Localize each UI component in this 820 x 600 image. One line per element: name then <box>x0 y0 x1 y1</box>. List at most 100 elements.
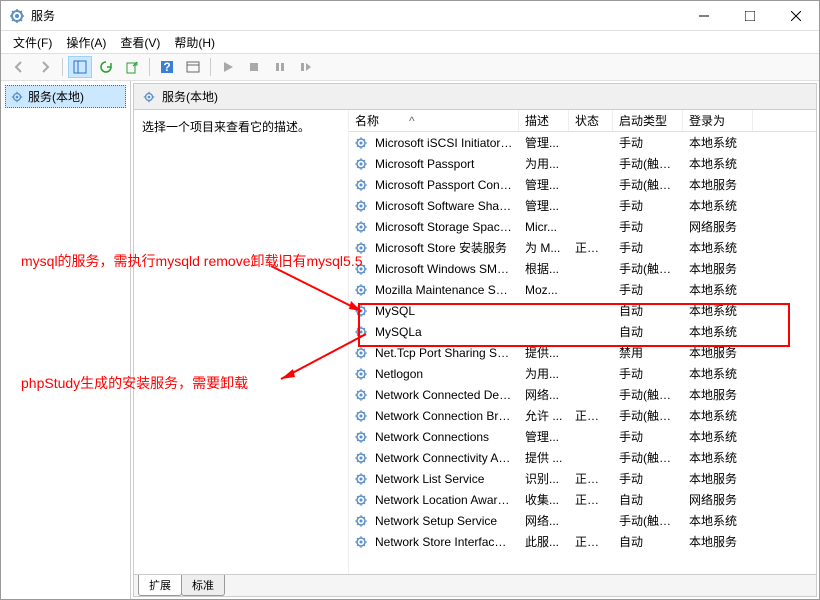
service-row[interactable]: MySQLa 自动本地系统 <box>349 321 816 342</box>
tree-node-services-local[interactable]: 服务(本地) <box>5 85 126 108</box>
cell-name: Microsoft Store 安装服务 <box>369 239 519 256</box>
service-row[interactable]: Network Store Interface ...此服...正在...自动本… <box>349 531 816 552</box>
service-row[interactable]: Netlogon为用...手动本地系统 <box>349 363 816 384</box>
service-row[interactable]: Microsoft Passport Cont...管理...手动(触发...本… <box>349 174 816 195</box>
service-row[interactable]: Network Setup Service网络...手动(触发...本地系统 <box>349 510 816 531</box>
gear-icon <box>353 345 369 361</box>
cell-desc: Moz... <box>519 283 569 297</box>
cell-desc: 此服... <box>519 533 569 550</box>
column-startup-type[interactable]: 启动类型 <box>613 110 683 131</box>
cell-start: 手动 <box>613 428 683 445</box>
cell-name: Network Store Interface ... <box>369 535 519 549</box>
cell-logon: 本地系统 <box>683 407 753 424</box>
gear-icon <box>353 324 369 340</box>
cell-name: Network Setup Service <box>369 514 519 528</box>
cell-desc: 为 M... <box>519 239 569 256</box>
cell-start: 自动 <box>613 323 683 340</box>
cell-logon: 本地服务 <box>683 386 753 403</box>
column-logon-as[interactable]: 登录为 <box>683 110 753 131</box>
menu-help[interactable]: 帮助(H) <box>168 32 221 53</box>
gear-icon <box>353 198 369 214</box>
cell-logon: 本地服务 <box>683 176 753 193</box>
cell-desc: 为用... <box>519 365 569 382</box>
cell-name: Network Connection Bro... <box>369 409 519 423</box>
cell-start: 手动 <box>613 470 683 487</box>
left-tree-pane: 服务(本地) <box>1 81 131 599</box>
column-description[interactable]: 描述 <box>519 110 569 131</box>
right-pane: 服务(本地) 选择一个项目来查看它的描述。 名称^ 描述 状态 启动类型 登录为… <box>133 83 817 597</box>
cell-desc: 收集... <box>519 491 569 508</box>
menu-file[interactable]: 文件(F) <box>7 32 58 53</box>
cell-name: MySQLa <box>369 325 519 339</box>
cell-desc: 为用... <box>519 155 569 172</box>
cell-desc: 管理... <box>519 428 569 445</box>
list-header: 名称^ 描述 状态 启动类型 登录为 <box>349 110 816 132</box>
gear-icon <box>353 240 369 256</box>
cell-desc: 管理... <box>519 176 569 193</box>
gear-icon <box>353 450 369 466</box>
service-row[interactable]: Microsoft iSCSI Initiator ...管理...手动本地系统 <box>349 132 816 153</box>
cell-logon: 本地系统 <box>683 323 753 340</box>
cell-start: 手动 <box>613 239 683 256</box>
cell-start: 手动 <box>613 218 683 235</box>
properties-button[interactable] <box>181 56 205 78</box>
cell-status: 正在... <box>569 533 613 550</box>
cell-name: Mozilla Maintenance Ser... <box>369 283 519 297</box>
service-row[interactable]: MySQL自动本地系统 <box>349 300 816 321</box>
menu-action[interactable]: 操作(A) <box>60 32 112 53</box>
list-rows[interactable]: Microsoft iSCSI Initiator ...管理...手动本地系统… <box>349 132 816 574</box>
menu-view[interactable]: 查看(V) <box>114 32 166 53</box>
svg-text:?: ? <box>163 60 170 74</box>
gear-icon <box>353 282 369 298</box>
service-row[interactable]: Network Connections管理...手动本地系统 <box>349 426 816 447</box>
detail-header: 服务(本地) <box>134 84 816 110</box>
cell-desc: 根据... <box>519 260 569 277</box>
cell-name: Network Connectivity Ass... <box>369 451 519 465</box>
service-row[interactable]: Network Connectivity Ass...提供 ...手动(触发..… <box>349 447 816 468</box>
cell-start: 禁用 <box>613 344 683 361</box>
service-row[interactable]: Mozilla Maintenance Ser...Moz...手动本地系统 <box>349 279 816 300</box>
titlebar: 服务 <box>1 1 819 31</box>
close-button[interactable] <box>773 1 819 31</box>
gear-icon <box>10 90 24 104</box>
cell-logon: 本地系统 <box>683 239 753 256</box>
export-button[interactable] <box>120 56 144 78</box>
service-row[interactable]: Microsoft Windows SMS ...根据...手动(触发...本地… <box>349 258 816 279</box>
cell-desc: 管理... <box>519 134 569 151</box>
cell-name: Network Connected Devi... <box>369 388 519 402</box>
column-status[interactable]: 状态 <box>569 110 613 131</box>
cell-desc: 网络... <box>519 512 569 529</box>
menubar: 文件(F) 操作(A) 查看(V) 帮助(H) <box>1 31 819 53</box>
tab-standard[interactable]: 标准 <box>181 575 225 596</box>
cell-name: Network List Service <box>369 472 519 486</box>
gear-icon <box>353 219 369 235</box>
maximize-button[interactable] <box>727 1 773 31</box>
cell-desc: Micr... <box>519 220 569 234</box>
cell-desc: 允许 ... <box>519 407 569 424</box>
service-row[interactable]: Network Connected Devi...网络...手动(触发...本地… <box>349 384 816 405</box>
description-panel: 选择一个项目来查看它的描述。 <box>134 110 349 574</box>
column-name[interactable]: 名称^ <box>349 110 519 131</box>
service-row[interactable]: Net.Tcp Port Sharing Ser...提供...禁用本地服务 <box>349 342 816 363</box>
service-row[interactable]: Microsoft Passport为用...手动(触发...本地系统 <box>349 153 816 174</box>
help-button[interactable]: ? <box>155 56 179 78</box>
cell-logon: 本地系统 <box>683 512 753 529</box>
service-row[interactable]: Microsoft Software Shad...管理...手动本地系统 <box>349 195 816 216</box>
tab-extended[interactable]: 扩展 <box>138 575 182 596</box>
minimize-button[interactable] <box>681 1 727 31</box>
service-row[interactable]: Network Location Aware...收集...正在...自动网络服… <box>349 489 816 510</box>
show-hide-tree-button[interactable] <box>68 56 92 78</box>
gear-icon <box>353 471 369 487</box>
cell-logon: 本地系统 <box>683 302 753 319</box>
service-row[interactable]: Microsoft Storage Space...Micr...手动网络服务 <box>349 216 816 237</box>
refresh-button[interactable] <box>94 56 118 78</box>
service-row[interactable]: Network List Service识别...正在...手动本地服务 <box>349 468 816 489</box>
gear-icon <box>353 408 369 424</box>
description-text: 选择一个项目来查看它的描述。 <box>142 120 310 134</box>
detail-tabs: 扩展 标准 <box>134 574 816 596</box>
cell-logon: 本地系统 <box>683 449 753 466</box>
gear-icon <box>353 303 369 319</box>
cell-name: MySQL <box>369 304 519 318</box>
service-row[interactable]: Microsoft Store 安装服务为 M...正在...手动本地系统 <box>349 237 816 258</box>
service-row[interactable]: Network Connection Bro...允许 ...正在...手动(触… <box>349 405 816 426</box>
